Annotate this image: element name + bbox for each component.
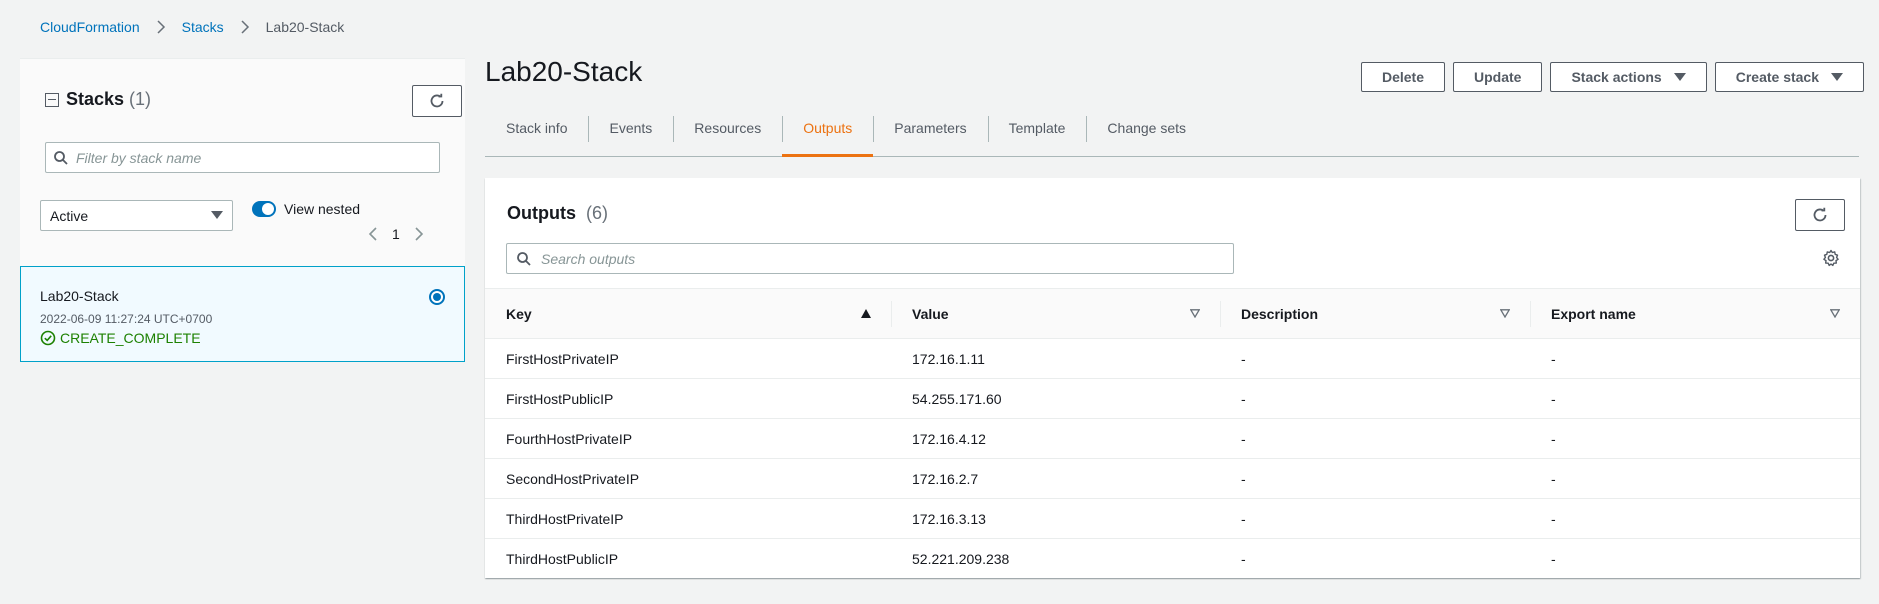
breadcrumb-stacks[interactable]: Stacks (182, 19, 224, 35)
outputs-panel: Outputs (6) Search outputs Key Value Des… (485, 178, 1860, 578)
outputs-table: Key Value Description Export name FirstH… (485, 288, 1860, 579)
stacks-count: (1) (129, 89, 152, 109)
cell-key: ThirdHostPrivateIP (485, 498, 891, 539)
cell-description: - (1220, 378, 1530, 419)
cell-value: 172.16.2.7 (891, 458, 1220, 499)
cell-key: FirstHostPrivateIP (485, 338, 891, 379)
table-row: FirstHostPrivateIP 172.16.1.11 - - (485, 338, 1860, 379)
gear-icon[interactable] (1822, 249, 1840, 267)
cell-export-name: - (1530, 338, 1860, 379)
chevron-right-icon[interactable] (414, 226, 424, 242)
search-outputs-input[interactable]: Search outputs (506, 243, 1234, 274)
tab-outputs[interactable]: Outputs (782, 112, 874, 157)
table-header-row: Key Value Description Export name (485, 288, 1860, 339)
sort-icon[interactable] (1830, 309, 1840, 318)
outputs-title: Outputs (507, 203, 576, 223)
caret-down-icon (1673, 73, 1686, 81)
chevron-right-icon (241, 20, 249, 34)
sort-ascending-icon[interactable] (861, 309, 871, 318)
pagination: 1 (368, 226, 424, 242)
status-filter-select[interactable]: Active (40, 200, 233, 231)
stack-select-radio[interactable] (429, 289, 445, 305)
refresh-icon (1813, 207, 1827, 222)
tab-events[interactable]: Events (588, 112, 673, 157)
outputs-count: (6) (586, 203, 609, 223)
cell-export-name: - (1530, 418, 1860, 459)
breadcrumb-current: Lab20-Stack (265, 19, 345, 35)
cell-export-name: - (1530, 458, 1860, 499)
cell-export-name: - (1530, 498, 1860, 539)
view-nested-label: View nested (284, 201, 361, 217)
table-row: ThirdHostPrivateIP 172.16.3.13 - - (485, 498, 1860, 539)
status-filter-value: Active (50, 207, 89, 224)
sort-icon[interactable] (1500, 309, 1510, 318)
caret-down-icon (211, 211, 223, 219)
stack-actions-button[interactable]: Stack actions (1550, 62, 1707, 92)
cell-value: 54.255.171.60 (891, 378, 1220, 419)
table-row: FirstHostPublicIP 54.255.171.60 - - (485, 378, 1860, 419)
check-circle-icon (40, 330, 56, 346)
sort-icon[interactable] (1190, 309, 1200, 318)
tab-parameters[interactable]: Parameters (873, 112, 987, 157)
tab-resources[interactable]: Resources (673, 112, 782, 157)
toggle-switch[interactable] (252, 201, 276, 217)
filter-stack-input[interactable]: Filter by stack name (45, 142, 440, 173)
stacks-header: Stacks (1) (45, 89, 151, 110)
cell-export-name: - (1551, 550, 1556, 567)
stack-actions-bar: Delete Update Stack actions Create stack (1360, 62, 1864, 92)
cell-key: ThirdHostPublicIP (506, 550, 619, 567)
filter-placeholder: Filter by stack name (76, 149, 202, 166)
search-icon (54, 150, 68, 165)
cell-value: 52.221.209.238 (912, 550, 1010, 567)
column-header-description[interactable]: Description (1220, 289, 1530, 339)
stack-status: CREATE_COMPLETE (40, 330, 201, 346)
tab-change-sets[interactable]: Change sets (1086, 112, 1207, 157)
chevron-right-icon (157, 20, 165, 34)
cell-key: FourthHostPrivateIP (485, 418, 891, 459)
cell-description: - (1220, 498, 1530, 539)
collapse-icon[interactable] (45, 92, 59, 107)
page-title: Lab20-Stack (485, 56, 643, 87)
stack-list-item[interactable]: Lab20-Stack 2022-06-09 11:27:24 UTC+0700… (20, 266, 465, 362)
cell-description: - (1220, 458, 1530, 499)
chevron-left-icon[interactable] (368, 226, 378, 242)
tab-template[interactable]: Template (987, 112, 1087, 157)
column-header-key[interactable]: Key (485, 289, 891, 339)
refresh-icon (430, 93, 444, 108)
search-icon (517, 251, 531, 266)
cell-key: FirstHostPublicIP (485, 378, 891, 419)
delete-button[interactable]: Delete (1360, 62, 1445, 92)
stacks-title: Stacks (66, 89, 125, 109)
column-header-value[interactable]: Value (891, 289, 1220, 339)
update-button[interactable]: Update (1453, 62, 1543, 92)
cell-value: 172.16.3.13 (891, 498, 1220, 539)
stack-created-time: 2022-06-09 11:27:24 UTC+0700 (40, 312, 213, 326)
cell-description: - (1220, 338, 1530, 379)
cell-description: - (1241, 550, 1246, 567)
caret-down-icon (1831, 73, 1843, 81)
cell-value: 172.16.4.12 (891, 418, 1220, 459)
table-row: SecondHostPrivateIP 172.16.2.7 - - (485, 458, 1860, 499)
stack-status-text: CREATE_COMPLETE (60, 330, 201, 346)
cell-key: SecondHostPrivateIP (485, 458, 891, 499)
refresh-stacks-button[interactable] (412, 85, 462, 117)
breadcrumb: CloudFormation Stacks Lab20-Stack (40, 19, 344, 35)
breadcrumb-cloudformation[interactable]: CloudFormation (40, 19, 140, 35)
refresh-outputs-button[interactable] (1795, 199, 1845, 231)
create-stack-button[interactable]: Create stack (1714, 62, 1864, 92)
column-header-export-name[interactable]: Export name (1530, 289, 1860, 339)
stack-tabs: Stack info Events Resources Outputs Para… (485, 112, 1859, 157)
table-row: ThirdHostPublicIP 52.221.209.238 - - (485, 539, 1860, 579)
page-number[interactable]: 1 (392, 226, 400, 242)
table-row: FourthHostPrivateIP 172.16.4.12 - - (485, 418, 1860, 459)
cell-description: - (1220, 418, 1530, 459)
tab-stack-info[interactable]: Stack info (485, 112, 588, 157)
outputs-header: Outputs (6) (507, 203, 608, 224)
search-outputs-placeholder: Search outputs (541, 250, 636, 267)
cell-value: 172.16.1.11 (891, 338, 1220, 379)
view-nested-toggle[interactable]: View nested (252, 201, 360, 217)
stack-name[interactable]: Lab20-Stack (40, 288, 119, 304)
cell-export-name: - (1530, 378, 1860, 419)
